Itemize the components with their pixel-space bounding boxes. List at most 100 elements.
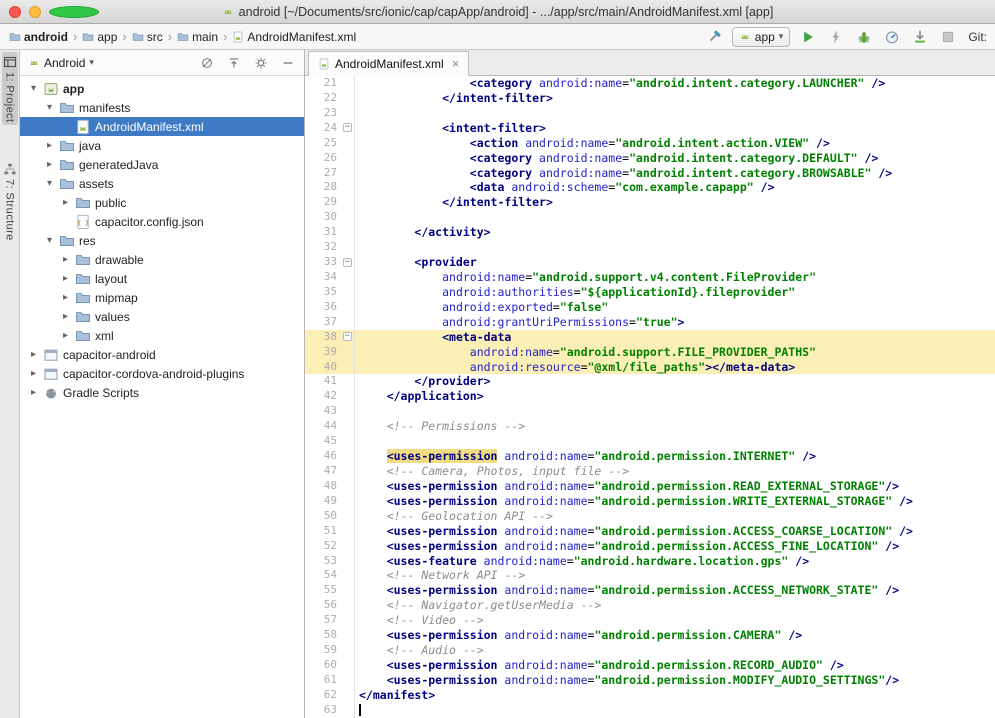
chevron-right-icon[interactable]: ▸ xyxy=(60,273,71,284)
tree-item-app[interactable]: ▾app xyxy=(20,79,304,98)
code-line-31[interactable]: 31 </activity> xyxy=(305,225,995,240)
tree-item-drawable[interactable]: ▸drawable xyxy=(20,250,304,269)
tree-item-xml[interactable]: ▸xml xyxy=(20,326,304,345)
code-line-44[interactable]: 44 <!-- Permissions --> xyxy=(305,419,995,434)
attach-debugger-button[interactable] xyxy=(910,27,930,47)
tree-item-res[interactable]: ▾res xyxy=(20,231,304,250)
code-line-46[interactable]: 46 <uses-permission android:name="androi… xyxy=(305,449,995,464)
code-line-49[interactable]: 49 <uses-permission android:name="androi… xyxy=(305,494,995,509)
code-line-21[interactable]: 21 <category android:name="android.inten… xyxy=(305,76,995,91)
settings-gear-button[interactable] xyxy=(253,55,269,71)
code-line-32[interactable]: 32 xyxy=(305,240,995,255)
fold-marker-icon[interactable]: − xyxy=(343,123,352,132)
chevron-right-icon[interactable]: ▸ xyxy=(44,159,55,170)
minimize-window-button[interactable] xyxy=(29,6,41,18)
git-widget-label[interactable]: Git: xyxy=(968,30,987,44)
code-line-38[interactable]: 38− <meta-data xyxy=(305,330,995,345)
code-line-60[interactable]: 60 <uses-permission android:name="androi… xyxy=(305,658,995,673)
code-line-63[interactable]: 63 xyxy=(305,703,995,718)
apply-changes-lightning-button[interactable] xyxy=(826,27,846,47)
code-line-28[interactable]: 28 <data android:scheme="com.example.cap… xyxy=(305,180,995,195)
code-area[interactable]: 21 <category android:name="android.inten… xyxy=(305,76,995,718)
code-line-42[interactable]: 42 </application> xyxy=(305,389,995,404)
code-line-41[interactable]: 41 </provider> xyxy=(305,374,995,389)
chevron-right-icon[interactable]: ▸ xyxy=(60,254,71,265)
code-line-25[interactable]: 25 <action android:name="android.intent.… xyxy=(305,136,995,151)
tree-item-capacitor-config-json[interactable]: { }capacitor.config.json xyxy=(20,212,304,231)
chevron-right-icon[interactable]: ▸ xyxy=(60,197,71,208)
code-line-61[interactable]: 61 <uses-permission android:name="androi… xyxy=(305,673,995,688)
close-window-button[interactable] xyxy=(9,6,21,18)
code-line-59[interactable]: 59 <!-- Audio --> xyxy=(305,643,995,658)
tree-item-values[interactable]: ▸values xyxy=(20,307,304,326)
code-line-35[interactable]: 35 android:authorities="${applicationId}… xyxy=(305,285,995,300)
project-view-selector[interactable]: Android ▾ xyxy=(28,56,94,70)
hide-panel-button[interactable] xyxy=(280,55,296,71)
fold-marker-icon[interactable]: − xyxy=(343,258,352,267)
run-play-button[interactable] xyxy=(798,27,818,47)
chevron-down-icon[interactable]: ▾ xyxy=(44,178,55,189)
locate-file-button[interactable] xyxy=(199,55,215,71)
code-line-43[interactable]: 43 xyxy=(305,404,995,419)
code-line-23[interactable]: 23 xyxy=(305,106,995,121)
code-line-34[interactable]: 34 android:name="android.support.v4.cont… xyxy=(305,270,995,285)
tree-item-java[interactable]: ▸java xyxy=(20,136,304,155)
chevron-down-icon[interactable]: ▾ xyxy=(28,83,39,94)
code-line-30[interactable]: 30 xyxy=(305,210,995,225)
code-line-36[interactable]: 36 android:exported="false" xyxy=(305,300,995,315)
code-line-40[interactable]: 40 android:resource="@xml/file_paths"></… xyxy=(305,360,995,375)
tree-item-public[interactable]: ▸public xyxy=(20,193,304,212)
chevron-right-icon[interactable]: ▸ xyxy=(60,330,71,341)
tree-item-gradle-scripts[interactable]: ▸Gradle Scripts xyxy=(20,383,304,402)
code-line-27[interactable]: 27 <category android:name="android.inten… xyxy=(305,166,995,181)
chevron-right-icon[interactable]: ▸ xyxy=(28,387,39,398)
code-line-56[interactable]: 56 <!-- Navigator.getUserMedia --> xyxy=(305,598,995,613)
code-line-29[interactable]: 29 </intent-filter> xyxy=(305,195,995,210)
code-line-24[interactable]: 24− <intent-filter> xyxy=(305,121,995,136)
structure-tool-window-button[interactable]: 7: Structure xyxy=(2,159,18,244)
tree-item-capacitor-android[interactable]: ▸capacitor-android xyxy=(20,345,304,364)
project-tool-window-button[interactable]: 1: Project xyxy=(2,52,18,125)
collapse-all-button[interactable] xyxy=(226,55,242,71)
chevron-down-icon[interactable]: ▾ xyxy=(44,235,55,246)
tree-item-manifests[interactable]: ▾manifests xyxy=(20,98,304,117)
code-line-45[interactable]: 45 xyxy=(305,434,995,449)
tree-item-mipmap[interactable]: ▸mipmap xyxy=(20,288,304,307)
chevron-right-icon[interactable]: ▸ xyxy=(28,349,39,360)
debug-bug-button[interactable] xyxy=(854,27,874,47)
zoom-window-button[interactable] xyxy=(49,6,99,18)
tree-item-generatedjava[interactable]: ▸generatedJava xyxy=(20,155,304,174)
build-project-button[interactable] xyxy=(704,27,724,47)
editor-tab-androidmanifest[interactable]: AndroidManifest.xml × xyxy=(308,51,469,76)
code-line-39[interactable]: 39 android:name="android.support.FILE_PR… xyxy=(305,345,995,360)
chevron-right-icon[interactable]: ▸ xyxy=(60,311,71,322)
chevron-right-icon[interactable]: ▸ xyxy=(60,292,71,303)
code-line-55[interactable]: 55 <uses-permission android:name="androi… xyxy=(305,583,995,598)
breadcrumb-item-android[interactable]: android xyxy=(6,29,71,45)
code-line-33[interactable]: 33− <provider xyxy=(305,255,995,270)
code-line-37[interactable]: 37 android:grantUriPermissions="true"> xyxy=(305,315,995,330)
breadcrumb-item-src[interactable]: src xyxy=(129,29,166,45)
profiler-button[interactable] xyxy=(882,27,902,47)
breadcrumb-item-main[interactable]: main xyxy=(174,29,221,45)
chevron-right-icon[interactable]: ▸ xyxy=(28,368,39,379)
code-line-47[interactable]: 47 <!-- Camera, Photos, input file --> xyxy=(305,464,995,479)
code-line-50[interactable]: 50 <!-- Geolocation API --> xyxy=(305,509,995,524)
close-tab-icon[interactable]: × xyxy=(452,57,460,70)
chevron-right-icon[interactable]: ▸ xyxy=(44,140,55,151)
chevron-down-icon[interactable]: ▾ xyxy=(44,102,55,113)
tree-item-assets[interactable]: ▾assets xyxy=(20,174,304,193)
stop-button[interactable] xyxy=(938,27,958,47)
code-line-57[interactable]: 57 <!-- Video --> xyxy=(305,613,995,628)
code-line-51[interactable]: 51 <uses-permission android:name="androi… xyxy=(305,524,995,539)
code-line-58[interactable]: 58 <uses-permission android:name="androi… xyxy=(305,628,995,643)
code-line-26[interactable]: 26 <category android:name="android.inten… xyxy=(305,151,995,166)
tree-item-layout[interactable]: ▸layout xyxy=(20,269,304,288)
fold-marker-icon[interactable]: − xyxy=(343,332,352,341)
breadcrumb-item-androidmanifest-xml[interactable]: AndroidManifest.xml xyxy=(229,29,359,45)
run-configuration-select[interactable]: app ▾ xyxy=(732,27,791,47)
code-line-53[interactable]: 53 <uses-feature android:name="android.h… xyxy=(305,554,995,569)
code-line-52[interactable]: 52 <uses-permission android:name="androi… xyxy=(305,539,995,554)
tree-item-androidmanifest-xml[interactable]: AndroidManifest.xml xyxy=(20,117,304,136)
code-line-54[interactable]: 54 <!-- Network API --> xyxy=(305,568,995,583)
